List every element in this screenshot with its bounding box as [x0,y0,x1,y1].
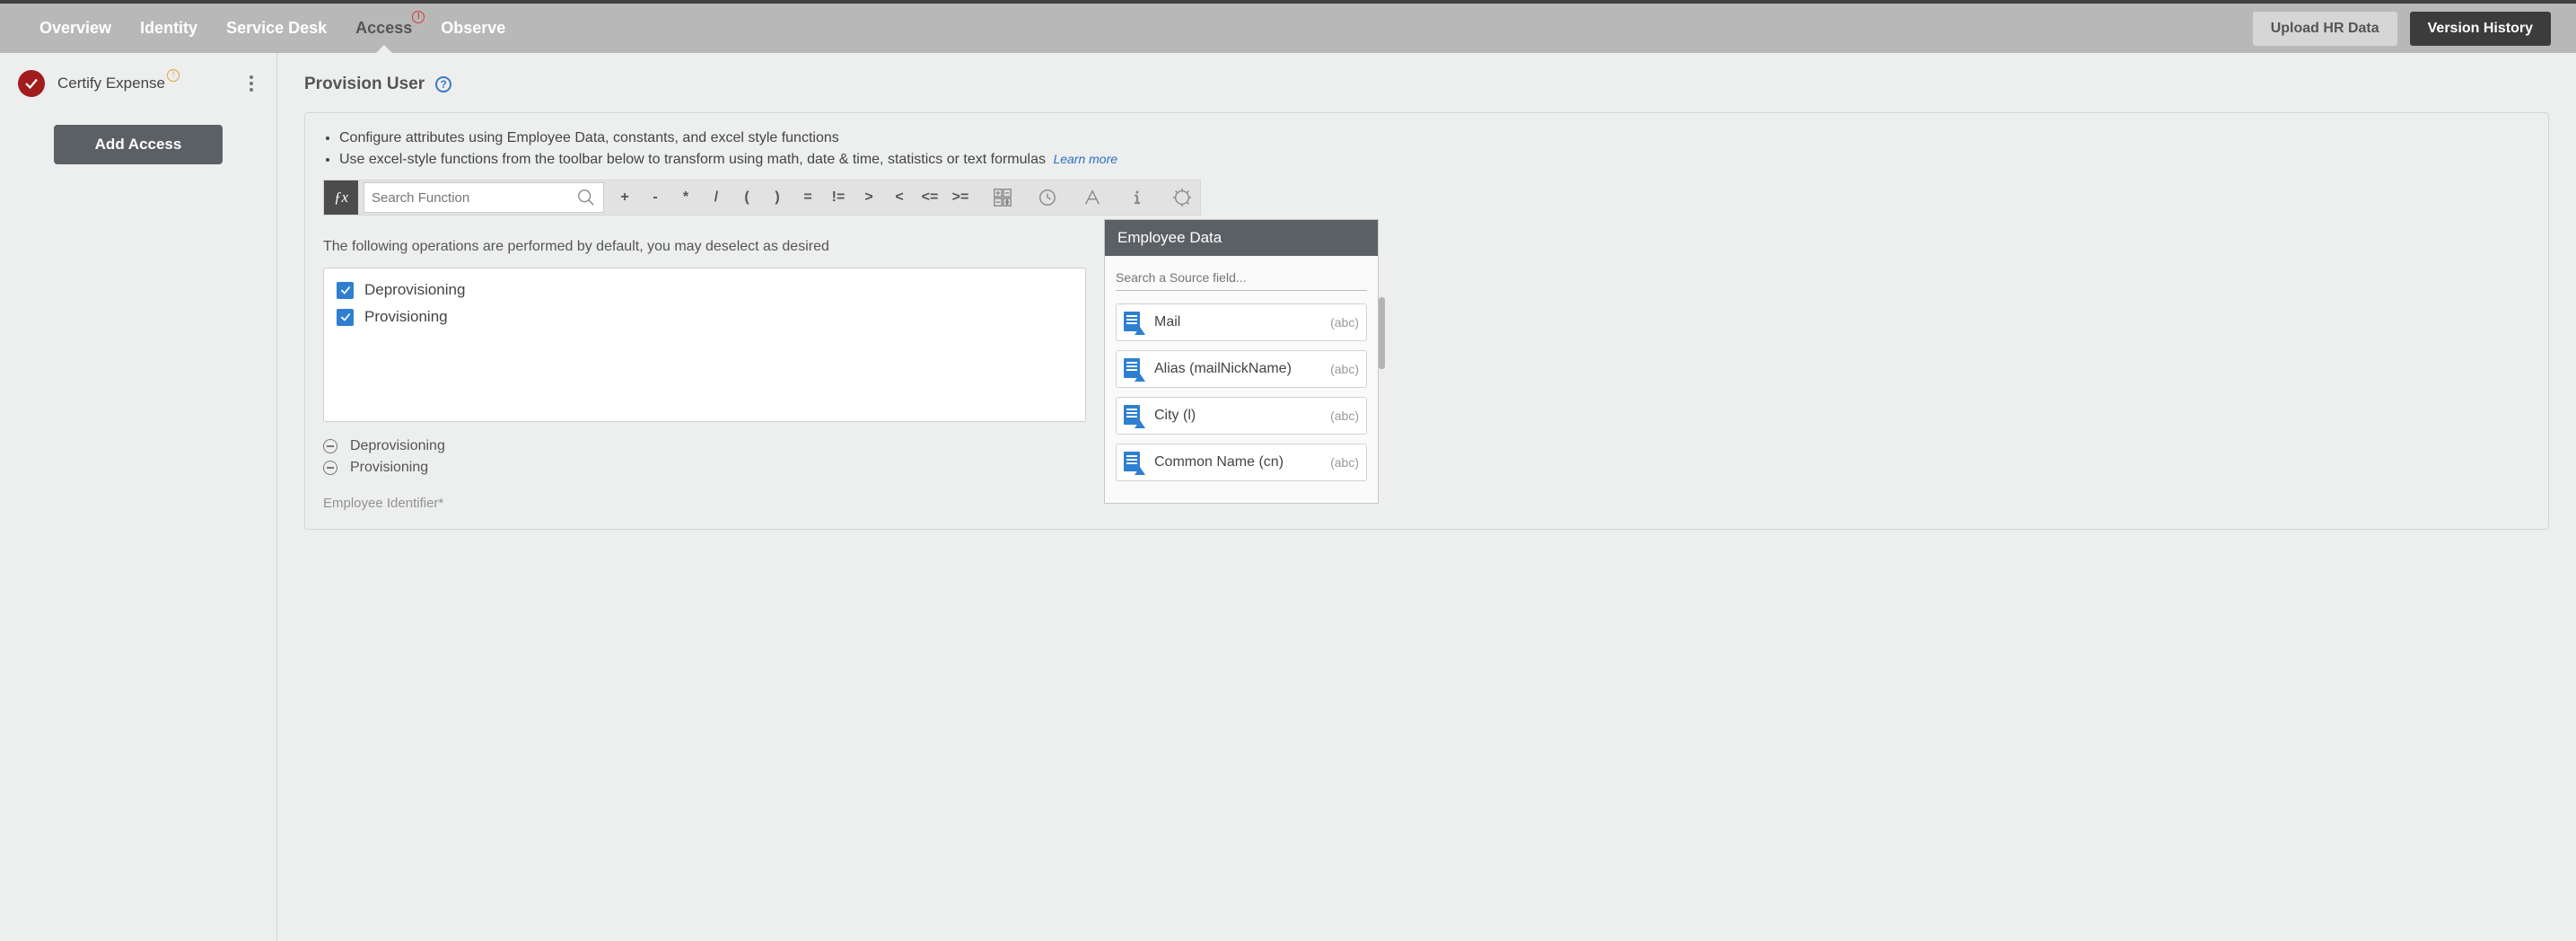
op-gte[interactable]: >= [945,189,976,206]
sidebar: Certify Expense ! Add Access [0,53,277,941]
field-type: (abc) [1330,362,1359,376]
page-title-row: Provision User ? [304,75,2549,94]
op-lparen[interactable]: ( [732,189,762,206]
page-title: Provision User [304,75,425,94]
employee-data-body: Mail (abc) Alias (mailNickName) (abc) Ci… [1105,256,1378,503]
tab-access-label: Access [355,19,412,38]
field-type: (abc) [1330,409,1359,423]
operations-box: Deprovisioning Provisioning [323,268,1086,422]
content: Provision User ? Configure attributes us… [277,53,2576,941]
navbar: Overview Identity Service Desk Access ! … [0,4,2576,53]
tab-service-desk[interactable]: Service Desk [212,4,341,53]
field-name: City (l) [1154,408,1319,424]
text-tool-icon[interactable] [1074,180,1110,215]
instruction-list: Configure attributes using Employee Data… [323,128,2530,171]
search-function-input[interactable] [372,190,576,206]
tab-overview[interactable]: Overview [25,4,126,53]
collapse-icon[interactable] [323,439,337,453]
scrollbar-thumb[interactable] [1379,297,1385,369]
field-item-alias[interactable]: Alias (mailNickName) (abc) [1116,350,1367,388]
op-eq[interactable]: = [793,189,823,206]
clock-tool-icon[interactable] [1030,180,1065,215]
collapse-icon[interactable] [323,461,337,475]
function-toolbar: ƒx + - * / ( ) = != > < <= >= [323,180,1201,215]
field-item-cn[interactable]: Common Name (cn) (abc) [1116,444,1367,481]
source-field-search-input[interactable] [1116,268,1367,291]
op-plus[interactable]: + [609,189,640,206]
upload-hr-data-button[interactable]: Upload HR Data [2253,12,2397,46]
field-icon [1124,452,1143,473]
field-type: (abc) [1330,315,1359,330]
info-tool-icon[interactable] [1119,180,1155,215]
stats-tool-icon[interactable] [1164,180,1200,215]
op-neq[interactable]: != [823,189,854,206]
kebab-menu-icon[interactable] [244,67,258,100]
alert-icon: ! [412,11,425,23]
math-tool-icon[interactable] [985,180,1021,215]
sidebar-item-label: Certify Expense ! [57,75,165,92]
field-icon [1124,405,1143,427]
operation-row: Provisioning [337,308,1073,326]
sidebar-item-certify-expense[interactable]: Certify Expense ! [0,53,276,125]
operator-buttons: + - * / ( ) = != > < <= >= [609,180,976,215]
help-icon[interactable]: ? [435,76,451,92]
check-circle-icon [18,70,45,97]
version-history-button[interactable]: Version History [2410,12,2551,46]
field-name: Mail [1154,314,1319,330]
add-access-button[interactable]: Add Access [54,125,223,164]
collapsed-op-row: Deprovisioning [323,438,1086,454]
left-col: The following operations are performed b… [323,239,1086,511]
field-name: Common Name (cn) [1154,454,1319,470]
fx-icon: ƒx [324,180,358,215]
sidebar-item-text: Certify Expense [57,75,165,92]
employee-data-panel: Employee Data Mail (abc) Alias (mailNick… [1104,219,1379,504]
field-icon [1124,312,1143,333]
op-minus[interactable]: - [640,189,670,206]
field-item-city[interactable]: City (l) (abc) [1116,397,1367,435]
nav-actions: Upload HR Data Version History [2253,12,2551,46]
op-multiply[interactable]: * [670,189,701,206]
operation-label: Provisioning [364,308,448,326]
search-icon[interactable] [576,188,596,207]
instruction-item: Use excel-style functions from the toolb… [339,149,2530,171]
instruction-text: Use excel-style functions from the toolb… [339,152,1046,167]
employee-identifier-label: Employee Identifier* [323,496,1086,511]
op-gt[interactable]: > [854,189,884,206]
instruction-item: Configure attributes using Employee Data… [339,128,2530,149]
learn-more-link[interactable]: Learn more [1053,152,1117,166]
op-lte[interactable]: <= [915,189,945,206]
collapsed-ops-list: Deprovisioning Provisioning [323,438,1086,476]
checkbox-deprovisioning[interactable] [337,282,354,299]
search-function-wrapper [364,182,604,213]
tab-observe[interactable]: Observe [426,4,520,53]
operation-row: Deprovisioning [337,281,1073,299]
op-rparen[interactable]: ) [762,189,793,206]
collapsed-op-row: Provisioning [323,460,1086,476]
operations-description: The following operations are performed b… [323,239,1086,255]
operation-label: Deprovisioning [364,281,465,299]
warning-icon: ! [167,69,180,82]
two-col: The following operations are performed b… [323,239,2530,511]
field-item-mail[interactable]: Mail (abc) [1116,303,1367,341]
nav-tabs: Overview Identity Service Desk Access ! … [25,4,520,53]
collapsed-op-label: Deprovisioning [350,438,445,454]
employee-data-header: Employee Data [1105,220,1378,256]
checkbox-provisioning[interactable] [337,309,354,326]
field-type: (abc) [1330,455,1359,470]
config-panel: Configure attributes using Employee Data… [304,112,2549,530]
op-divide[interactable]: / [701,189,732,206]
tab-identity[interactable]: Identity [126,4,212,53]
tab-access[interactable]: Access ! [341,4,426,53]
field-icon [1124,358,1143,380]
main: Certify Expense ! Add Access Provision U… [0,53,2576,941]
collapsed-op-label: Provisioning [350,460,428,476]
op-lt[interactable]: < [884,189,915,206]
field-name: Alias (mailNickName) [1154,361,1319,377]
